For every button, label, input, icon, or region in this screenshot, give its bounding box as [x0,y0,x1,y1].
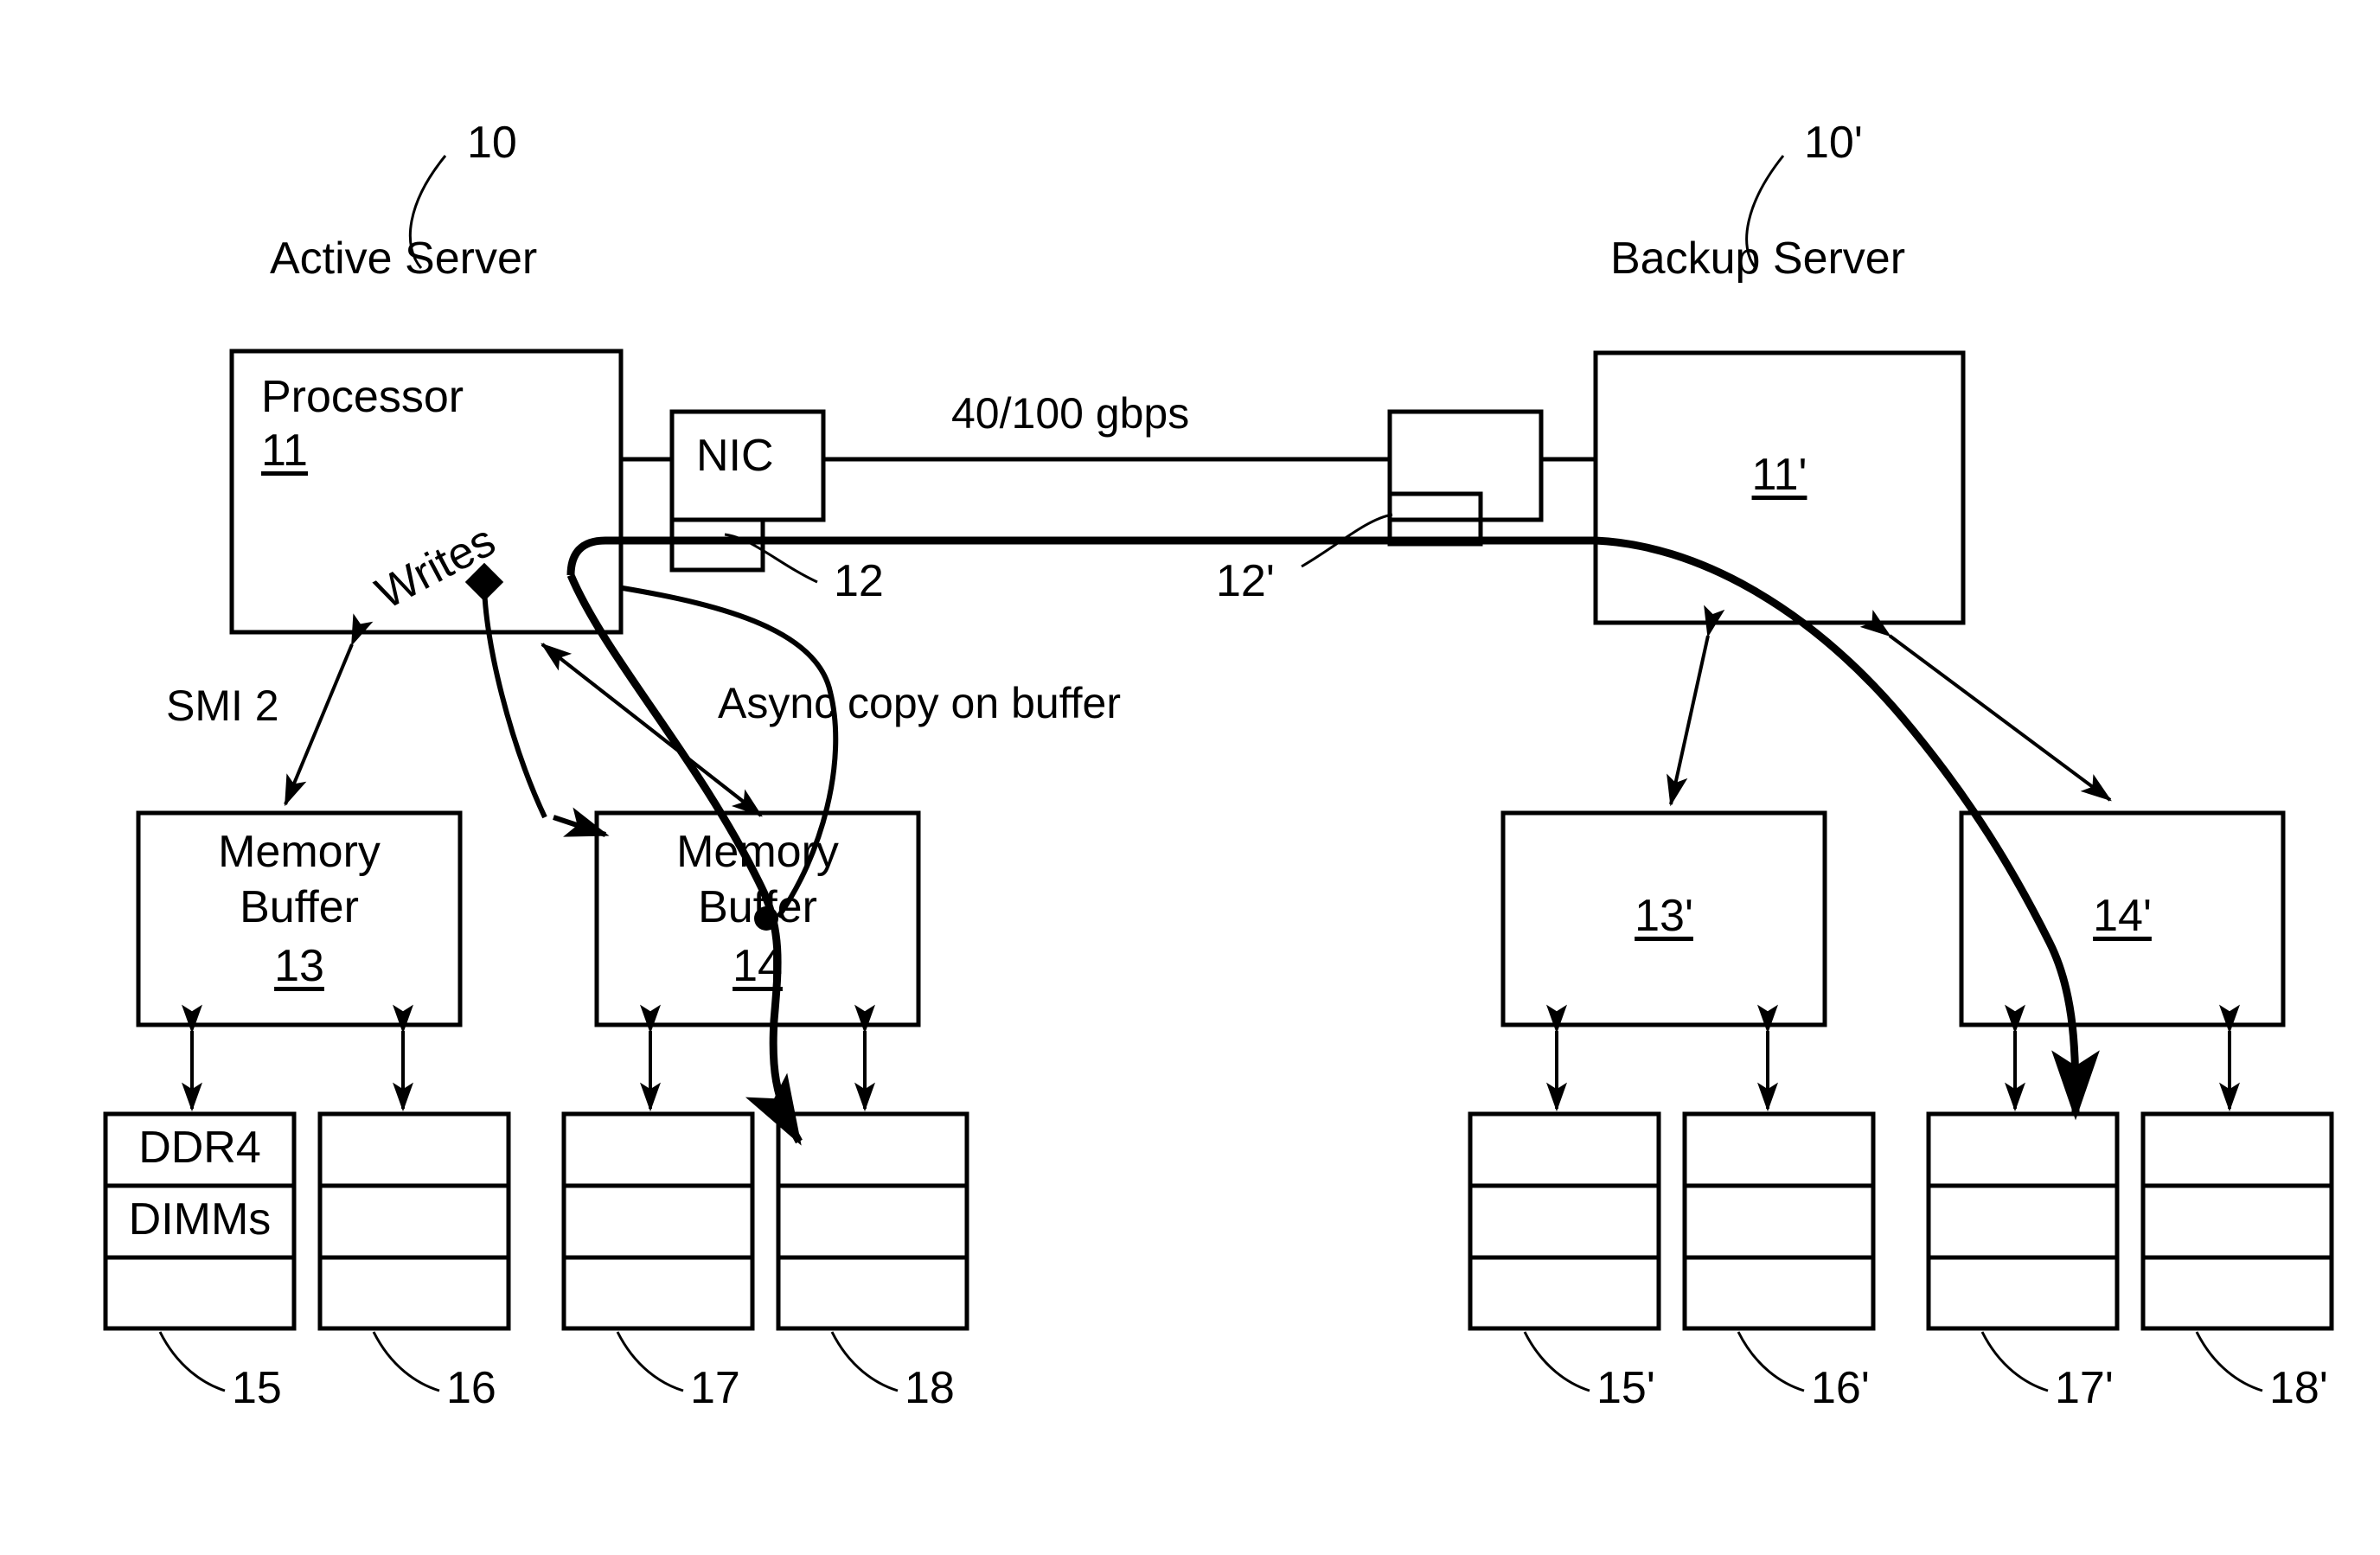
processor-ref: 11 [261,426,308,476]
dimm-17-box [561,1111,755,1331]
memory-buffer-14-ref: 14 [733,941,783,991]
dimm-15-label-1: DDR4 [138,1123,261,1173]
ref-17-leader [616,1331,684,1392]
active-server-title: Active Server [270,234,538,284]
ref-15p-label: 15' [1596,1363,1655,1413]
dimm-16-box [317,1111,511,1331]
ref-16-leader [372,1331,440,1392]
async-arrow-down-1 [541,643,763,817]
nic-12p-box [1387,409,1544,522]
ref-18p-label: 18' [2269,1363,2328,1413]
ref-16-label: 16 [446,1363,496,1413]
ref-15-label: 15 [232,1363,282,1413]
processor-11p-ref: 11' [1751,450,1807,500]
ref-17p-leader [1980,1331,2049,1392]
ref-16p-label: 16' [1811,1363,1870,1413]
dimm-17p-box [1926,1111,2120,1331]
dimm-15-label-2: DIMMs [128,1194,272,1245]
ref-15p-leader [1523,1331,1590,1392]
ref-18-label: 18 [905,1363,955,1413]
memory-buffer-14p-ref: 14' [2093,891,2152,941]
async-copy-label: Async copy on buffer [718,679,1122,727]
memory-buffer-13-ref: 13 [274,941,324,991]
smi2-label: SMI 2 [166,682,279,730]
writes-connector [464,562,547,819]
ref-17p-label: 17' [2055,1363,2114,1413]
ref-16p-leader [1737,1331,1805,1392]
ref-10-label: 10 [467,118,517,168]
memory-buffer-14-label-1: Memory [676,827,839,877]
ref-15-leader [158,1331,226,1392]
nic-label: NIC [696,431,774,481]
processor-label: Processor [261,372,464,422]
ref-18-leader [830,1331,899,1392]
ref-18p-leader [2195,1331,2263,1392]
patent-figure-page: 10 Active Server Processor 11 NIC 12 Wri… [0,0,2380,1555]
ref-12-label: 12 [834,556,884,606]
dimm-18p-box [2140,1111,2334,1331]
ref-10p-label: 10' [1804,118,1863,168]
smi2-arrow [284,613,374,807]
processor11p-buffer13p-arrow [1667,605,1725,807]
nic-12-port-box [669,517,765,573]
ref-17-label: 17 [690,1363,740,1413]
memory-buffer-13-label-1: Memory [218,827,381,877]
ref-12p-label: 12' [1216,556,1275,606]
dimm-15p-box [1468,1111,1661,1331]
memory-buffer-13-label-2: Buffer [240,882,359,932]
backup-server-title: Backup Server [1610,234,1906,284]
processor11p-buffer14p-arrow [1859,609,2112,802]
dimm-16p-box [1682,1111,1876,1331]
link-speed-label: 40/100 gbps [951,389,1190,438]
memory-buffer-14-label-2: Buffer [698,882,817,932]
async-copy-bold-path-right [1595,536,2100,1121]
memory-buffer-13p-ref: 13' [1635,891,1693,941]
dimm-18-box [776,1111,969,1331]
